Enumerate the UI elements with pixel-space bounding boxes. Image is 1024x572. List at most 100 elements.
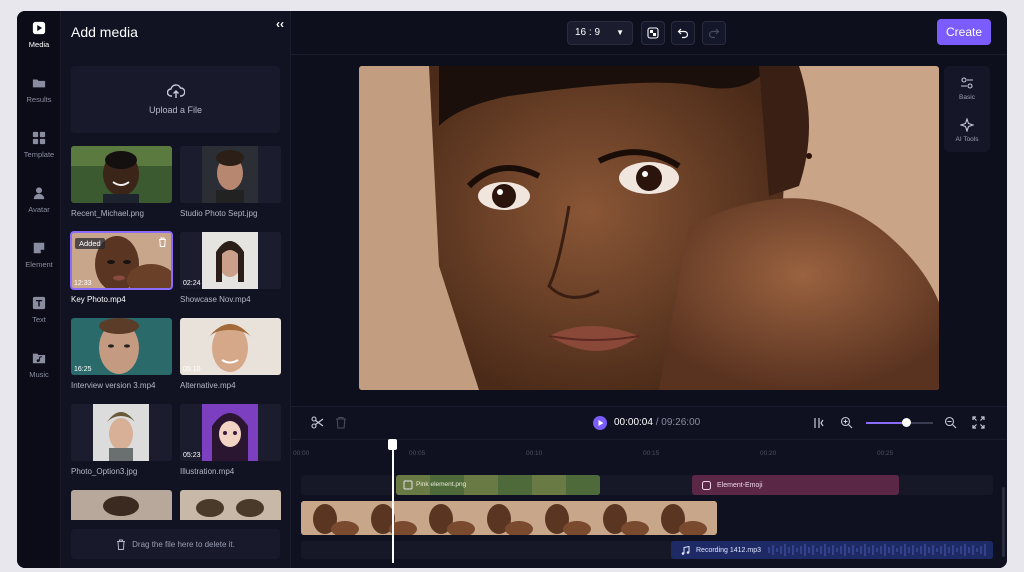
media-thumbnail <box>71 404 172 461</box>
app-window: Media Results Template Avatar Element Te… <box>17 11 1007 568</box>
music-folder-icon <box>32 353 46 364</box>
element-clip[interactable]: Element-Emoji <box>692 475 899 495</box>
media-duration: 12:33 <box>74 280 92 287</box>
audio-clip-label: Recording 1412.mp3 <box>696 546 761 554</box>
text-t-icon <box>32 296 46 310</box>
trash-icon[interactable] <box>158 237 167 247</box>
rail-item-avatar[interactable]: Avatar <box>17 178 61 224</box>
overlay-clip-label: Pink element.png <box>416 481 467 488</box>
media-tile[interactable]: 16:25 Interview version 3.mp4 <box>71 318 172 390</box>
sparkle-icon <box>960 118 974 132</box>
media-name: Recent_Michael.png <box>71 209 144 218</box>
checker-square-icon <box>647 27 659 39</box>
redo-icon <box>708 28 720 39</box>
zoom-in-icon[interactable] <box>840 416 853 429</box>
preview-stage: Basic AI Tools <box>291 55 1007 406</box>
time-ruler[interactable]: 00:00 00:05 00:10 00:15 00:20 00:25 <box>291 439 1007 461</box>
play-icon <box>598 420 604 426</box>
zoom-slider[interactable] <box>866 418 933 427</box>
video-preview[interactable] <box>359 66 939 390</box>
video-clip[interactable] <box>301 501 717 535</box>
aspect-ratio-select[interactable]: 16 : 9 ▼ <box>567 21 633 45</box>
media-tile[interactable]: Photo_Option3.jpg <box>71 404 172 476</box>
media-name: Photo_Option3.jpg <box>71 467 138 476</box>
timeline: 00:00:04 / 09:26:00 00:00 00:05 00:10 00… <box>291 406 1007 568</box>
rail-item-results[interactable]: Results <box>17 68 61 114</box>
rail-item-template[interactable]: Template <box>17 123 61 169</box>
media-tile[interactable]: Studio Photo Sept.jpg <box>180 146 281 218</box>
cloud-upload-icon <box>166 84 185 98</box>
media-name: Illustration.mp4 <box>180 467 235 476</box>
ruler-tick: 00:20 <box>760 450 777 457</box>
background-button[interactable] <box>641 21 665 45</box>
basic-tool-button[interactable]: Basic <box>944 76 990 101</box>
current-time: 00:00:04 <box>614 417 653 428</box>
audio-waveform <box>768 544 986 556</box>
media-tile[interactable] <box>180 490 281 520</box>
upload-label: Upload a File <box>148 105 203 115</box>
chevron-down-icon: ▼ <box>616 28 624 37</box>
sticker-icon <box>702 480 711 490</box>
redo-button[interactable] <box>702 21 726 45</box>
media-tile[interactable]: 02:24 Showcase Nov.mp4 <box>180 232 281 304</box>
playhead[interactable] <box>392 443 394 563</box>
media-tile[interactable]: Recent_Michael.png <box>71 146 172 218</box>
media-tile[interactable]: 05:10 Alternative.mp4 <box>180 318 281 390</box>
ruler-tick: 00:25 <box>877 450 894 457</box>
trash-icon[interactable] <box>335 416 347 429</box>
ai-tools-button[interactable]: AI Tools <box>944 118 990 143</box>
element-clip-label: Element-Emoji <box>717 481 763 489</box>
media-tile[interactable]: Added 12:33 Key Photo.mp4 <box>70 231 173 304</box>
media-thumbnail <box>180 490 281 520</box>
timeline-scrollbar[interactable] <box>1002 487 1005 557</box>
create-button[interactable]: Create <box>937 19 991 45</box>
side-tools-panel: Basic AI Tools <box>944 66 990 152</box>
zoom-out-icon[interactable] <box>944 416 957 429</box>
media-thumbnail: 05:10 <box>180 318 281 375</box>
playhead-handle[interactable] <box>388 439 397 450</box>
play-button[interactable] <box>593 416 607 430</box>
timecode: 00:00:04 / 09:26:00 <box>614 417 700 428</box>
person-icon <box>33 187 45 200</box>
media-tile[interactable]: 05:23 Illustration.mp4 <box>180 404 281 476</box>
audio-clip[interactable]: Recording 1412.mp3 <box>671 541 993 559</box>
zoom-slider-handle[interactable] <box>902 418 912 427</box>
music-note-icon <box>681 545 690 555</box>
rail-item-text[interactable]: Text <box>17 288 61 334</box>
delete-dropzone[interactable]: Drag the file here to delete it. <box>71 529 280 559</box>
undo-button[interactable] <box>671 21 695 45</box>
media-duration: 05:10 <box>183 366 201 373</box>
rail-item-music[interactable]: Music <box>17 343 61 389</box>
ruler-tick: 00:15 <box>643 450 660 457</box>
sticker-icon <box>33 242 45 254</box>
play-square-icon <box>32 21 46 35</box>
scissors-icon[interactable] <box>311 416 324 429</box>
media-duration: 05:23 <box>183 452 201 459</box>
media-thumbnail <box>71 146 172 203</box>
media-name: Interview version 3.mp4 <box>71 381 156 390</box>
collapse-panel-button[interactable]: ‹‹ <box>271 15 289 33</box>
media-name: Studio Photo Sept.jpg <box>180 209 258 218</box>
rail-item-element[interactable]: Element <box>17 233 61 279</box>
media-thumbnail: 02:24 <box>180 232 281 289</box>
rail-item-media[interactable]: Media <box>17 13 61 59</box>
left-rail: Media Results Template Avatar Element Te… <box>17 11 61 568</box>
media-name: Key Photo.mp4 <box>71 295 126 304</box>
drop-hint: Drag the file here to delete it. <box>132 539 235 549</box>
zoom-slider-fill <box>866 422 907 424</box>
portrait-image <box>359 66 939 390</box>
trash-icon <box>117 539 126 550</box>
aspect-ratio-value: 16 : 9 <box>575 27 601 38</box>
ruler-tick: 00:00 <box>293 450 310 457</box>
media-duration: 16:25 <box>74 366 92 373</box>
media-tile[interactable] <box>71 490 172 520</box>
ruler-tick: 00:10 <box>526 450 543 457</box>
overlay-clip[interactable]: Pink element.png <box>396 475 600 495</box>
grid-icon <box>32 131 46 145</box>
ruler-tick: 00:05 <box>409 450 426 457</box>
upload-file-button[interactable]: Upload a File <box>71 66 280 133</box>
split-icon[interactable] <box>812 416 826 430</box>
total-time: / 09:26:00 <box>652 417 701 428</box>
video-clip-frames <box>301 501 717 535</box>
fit-screen-icon[interactable] <box>972 416 985 429</box>
